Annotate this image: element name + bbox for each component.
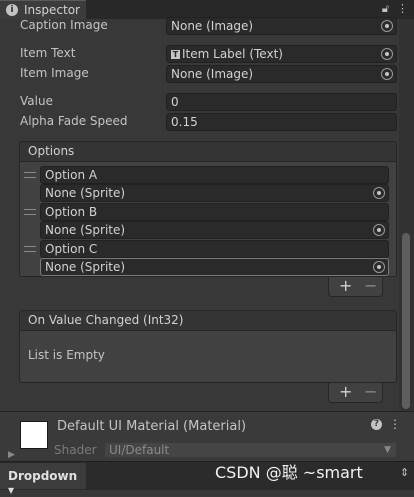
value-text: 0 <box>171 95 179 109</box>
option-sprite-value: None (Sprite) <box>45 186 126 200</box>
option-sprite-field[interactable]: None (Sprite) <box>40 258 389 276</box>
material-preview-swatch <box>20 421 48 449</box>
value-label: Value <box>20 94 53 108</box>
item-text-value: Item Label (Text) <box>182 47 283 61</box>
event-title: On Value Changed (Int32) <box>28 313 184 327</box>
option-text: Option C <box>45 242 98 256</box>
resize-handle-icon[interactable]: ⇕ <box>400 466 409 479</box>
inspector-tab[interactable]: i Inspector <box>0 0 86 19</box>
option-text: Option A <box>45 168 98 182</box>
caption-image-field[interactable]: None (Image) <box>166 17 397 35</box>
help-icon[interactable]: ? <box>371 419 382 430</box>
foldout-arrow-icon[interactable]: ▶ <box>8 450 15 460</box>
object-picker-icon[interactable] <box>373 187 385 199</box>
material-name: Default UI Material (Material) <box>57 419 247 434</box>
caption-image-label: Caption Image <box>20 18 108 32</box>
option-sprite-value: None (Sprite) <box>45 260 126 274</box>
alpha-fade-speed-input[interactable]: 0.15 <box>166 113 397 131</box>
add-event-button[interactable]: + <box>339 382 352 401</box>
watermark-text: CSDN @聪 ~smart <box>215 463 363 482</box>
item-image-field[interactable]: None (Image) <box>166 65 397 83</box>
drag-handle-icon[interactable] <box>24 172 36 178</box>
option-text-field[interactable]: Option B <box>40 203 389 221</box>
remove-event-button[interactable]: − <box>364 382 377 401</box>
option-sprite-field[interactable]: None (Sprite) <box>40 184 389 202</box>
item-text-label: Item Text <box>20 46 76 60</box>
object-dropdown-label: Dropdown ▾ <box>8 469 78 497</box>
options-list-header: Options <box>19 141 397 162</box>
item-image-value: None (Image) <box>171 67 254 81</box>
list-empty-text: List is Empty <box>28 348 105 362</box>
remove-option-button[interactable]: − <box>364 276 377 295</box>
event-header: On Value Changed (Int32) <box>19 310 397 331</box>
shader-label: Shader <box>54 443 97 457</box>
info-icon: i <box>6 4 18 16</box>
alpha-fade-speed-label: Alpha Fade Speed <box>20 114 128 128</box>
kebab-menu-icon[interactable]: ⋮ <box>397 2 408 15</box>
option-sprite-value: None (Sprite) <box>45 223 126 237</box>
drag-handle-icon[interactable] <box>24 209 36 215</box>
object-picker-icon[interactable] <box>381 20 393 32</box>
event-footer: + − <box>328 382 383 403</box>
tab-tools: 🔓︎ ⋮ <box>374 2 408 16</box>
alpha-fade-speed-value: 0.15 <box>171 115 198 129</box>
item-text-field[interactable]: T Item Label (Text) <box>166 45 397 63</box>
text-component-icon: T <box>171 50 180 59</box>
shader-value: UI/Default <box>109 443 170 457</box>
scrollbar-thumb[interactable] <box>402 233 410 409</box>
drag-handle-icon[interactable] <box>24 246 36 252</box>
caption-image-value: None (Image) <box>171 19 254 33</box>
lock-icon[interactable]: 🔓︎ <box>382 2 389 15</box>
options-list-footer: + − <box>328 276 383 297</box>
add-option-button[interactable]: + <box>339 276 352 295</box>
option-text-field[interactable]: Option A <box>40 166 389 184</box>
item-image-label: Item Image <box>20 66 89 80</box>
kebab-menu-icon[interactable]: ⋮ <box>389 417 401 431</box>
object-picker-icon[interactable] <box>373 224 385 236</box>
object-picker-icon[interactable] <box>381 48 393 60</box>
chevron-down-icon: ▼ <box>384 445 391 455</box>
options-list-title: Options <box>28 144 75 158</box>
inspector-tab-label: Inspector <box>24 3 80 17</box>
object-picker-icon[interactable] <box>373 261 385 273</box>
option-text-field[interactable]: Option C <box>40 240 389 258</box>
option-sprite-field[interactable]: None (Sprite) <box>40 221 389 239</box>
object-picker-icon[interactable] <box>381 68 393 80</box>
shader-dropdown[interactable]: UI/Default ▼ <box>104 442 397 458</box>
value-input[interactable]: 0 <box>166 93 397 111</box>
option-text: Option B <box>45 205 98 219</box>
event-body: List is Empty <box>19 331 397 383</box>
object-dropdown-tab[interactable]: Dropdown ▾ <box>0 463 86 497</box>
